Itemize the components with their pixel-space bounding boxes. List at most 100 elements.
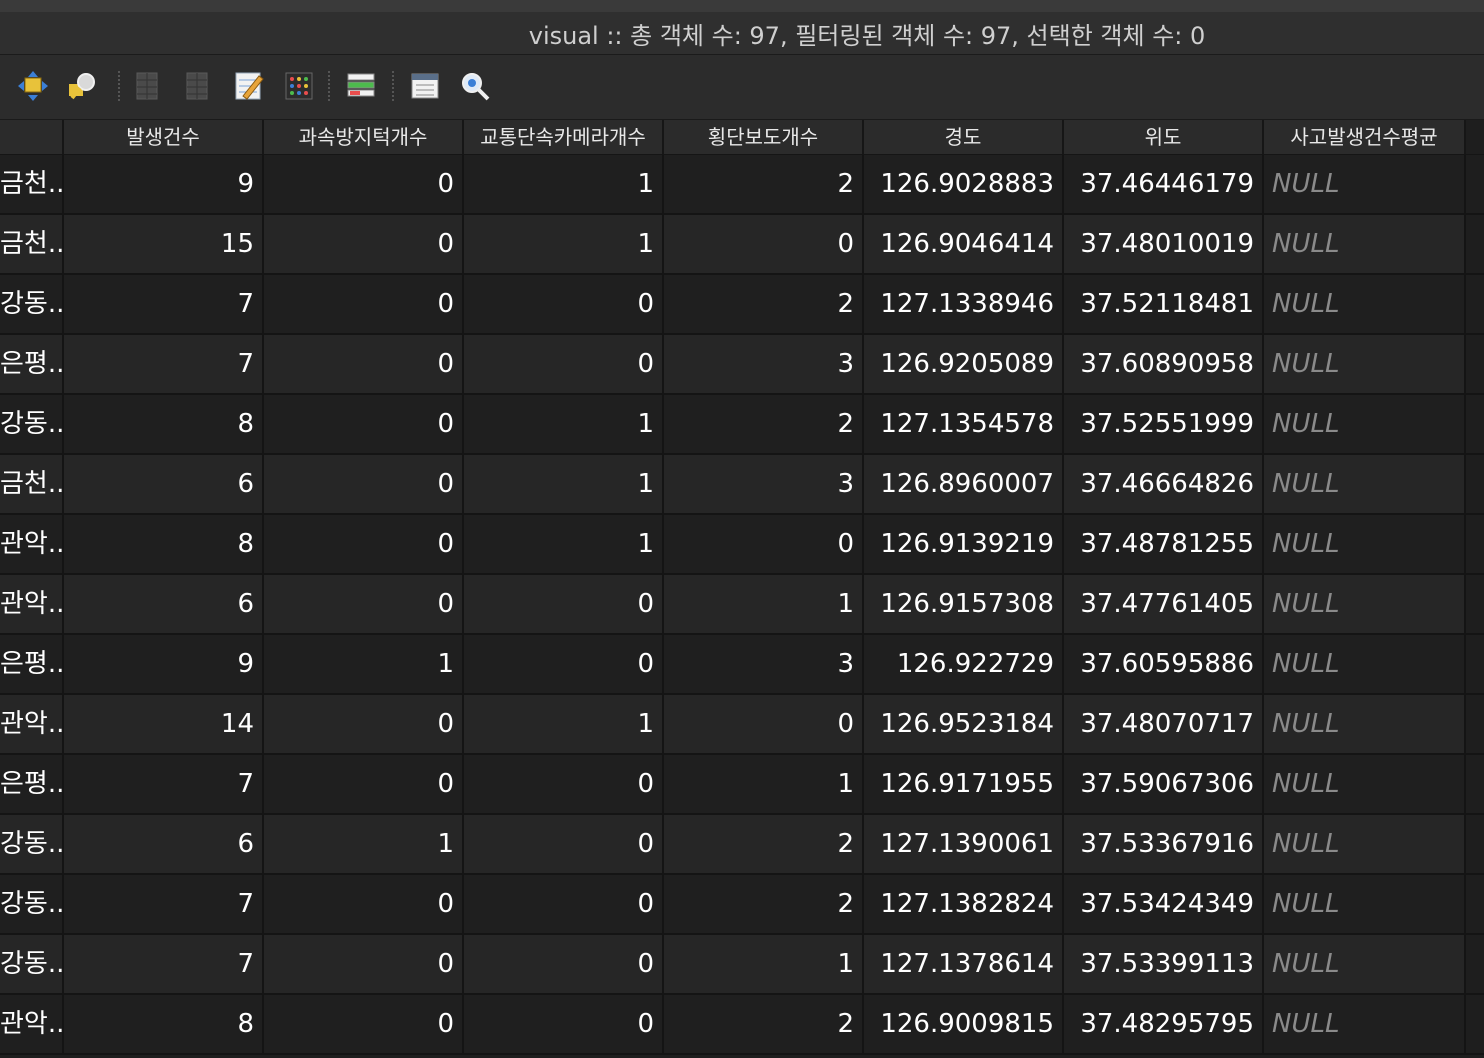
table-cell[interactable]: 0 bbox=[664, 215, 864, 273]
table-cell[interactable]: 127.1390061 bbox=[864, 815, 1064, 873]
table-row[interactable]: 은평...7001126.917195537.59067306NULL bbox=[0, 755, 1484, 815]
table-cell[interactable]: 37.52551999 bbox=[1064, 395, 1264, 453]
form-view-icon[interactable] bbox=[408, 69, 442, 103]
null-cell[interactable]: NULL bbox=[1264, 155, 1466, 213]
edit-table-icon[interactable] bbox=[232, 69, 266, 103]
row-name-cell[interactable]: 은평... bbox=[0, 335, 64, 393]
table-cell[interactable]: 0 bbox=[264, 335, 464, 393]
table-cell[interactable]: 126.8960007 bbox=[864, 455, 1064, 513]
table-cell[interactable]: 0 bbox=[464, 815, 664, 873]
null-cell[interactable]: NULL bbox=[1264, 455, 1466, 513]
null-cell[interactable]: NULL bbox=[1264, 755, 1466, 813]
null-cell[interactable]: NULL bbox=[1264, 575, 1466, 633]
zoom-to-selection-icon[interactable] bbox=[66, 69, 100, 103]
table-cell[interactable]: 127.1354578 bbox=[864, 395, 1064, 453]
table-row[interactable]: 강동...7002127.133894637.52118481NULL bbox=[0, 275, 1484, 335]
table-cell[interactable]: 3 bbox=[664, 335, 864, 393]
table-cell[interactable]: 0 bbox=[464, 995, 664, 1053]
table-cell[interactable]: 37.52118481 bbox=[1064, 275, 1264, 333]
table-row[interactable]: 은평...9103126.92272937.60595886NULL bbox=[0, 635, 1484, 695]
new-column-icon[interactable] bbox=[182, 69, 216, 103]
table-cell[interactable]: 1 bbox=[464, 455, 664, 513]
column-header[interactable]: 경도 bbox=[864, 120, 1064, 154]
row-name-cell[interactable]: 강동... bbox=[0, 935, 64, 993]
table-cell[interactable]: 3 bbox=[664, 635, 864, 693]
null-cell[interactable]: NULL bbox=[1264, 395, 1466, 453]
delete-column-icon[interactable] bbox=[132, 69, 166, 103]
table-cell[interactable]: 0 bbox=[464, 755, 664, 813]
table-cell[interactable]: 1 bbox=[664, 575, 864, 633]
table-cell[interactable]: 37.60890958 bbox=[1064, 335, 1264, 393]
table-cell[interactable]: 37.53424349 bbox=[1064, 875, 1264, 933]
table-cell[interactable]: 127.1378614 bbox=[864, 935, 1064, 993]
null-cell[interactable]: NULL bbox=[1264, 875, 1466, 933]
row-name-cell[interactable]: 강동... bbox=[0, 275, 64, 333]
row-name-cell[interactable]: 강동... bbox=[0, 395, 64, 453]
column-header[interactable]: 사고발생건수평균 bbox=[1264, 120, 1466, 154]
table-cell[interactable]: 37.46664826 bbox=[1064, 455, 1264, 513]
row-name-cell[interactable]: 관악... bbox=[0, 995, 64, 1053]
table-cell[interactable]: 2 bbox=[664, 395, 864, 453]
table-cell[interactable]: 37.59067306 bbox=[1064, 755, 1264, 813]
column-header[interactable]: 발생건수 bbox=[64, 120, 264, 154]
null-cell[interactable]: NULL bbox=[1264, 995, 1466, 1053]
row-name-cell[interactable]: 은평... bbox=[0, 755, 64, 813]
table-cell[interactable]: 6 bbox=[64, 575, 264, 633]
table-row[interactable]: 관악...6001126.915730837.47761405NULL bbox=[0, 575, 1484, 635]
table-cell[interactable]: 2 bbox=[664, 815, 864, 873]
table-cell[interactable]: 0 bbox=[264, 875, 464, 933]
table-row[interactable]: 관악...8002126.900981537.48295795NULL bbox=[0, 995, 1484, 1055]
table-row[interactable]: 금천...15010126.904641437.48010019NULL bbox=[0, 215, 1484, 275]
table-cell[interactable]: 127.1382824 bbox=[864, 875, 1064, 933]
move-selection-icon[interactable] bbox=[16, 69, 50, 103]
table-cell[interactable]: 9 bbox=[64, 635, 264, 693]
null-cell[interactable]: NULL bbox=[1264, 935, 1466, 993]
table-row[interactable]: 강동...8012127.135457837.52551999NULL bbox=[0, 395, 1484, 455]
table-cell[interactable]: 0 bbox=[264, 575, 464, 633]
table-cell[interactable]: 37.48010019 bbox=[1064, 215, 1264, 273]
table-cell[interactable]: 1 bbox=[464, 695, 664, 753]
table-cell[interactable]: 1 bbox=[664, 755, 864, 813]
table-cell[interactable]: 7 bbox=[64, 875, 264, 933]
table-cell[interactable]: 126.9046414 bbox=[864, 215, 1064, 273]
row-name-cell[interactable]: 금천... bbox=[0, 215, 64, 273]
table-cell[interactable]: 0 bbox=[464, 635, 664, 693]
table-cell[interactable]: 37.48070717 bbox=[1064, 695, 1264, 753]
table-cell[interactable]: 0 bbox=[264, 455, 464, 513]
table-row[interactable]: 강동...7001127.137861437.53399113NULL bbox=[0, 935, 1484, 995]
table-cell[interactable]: 37.47761405 bbox=[1064, 575, 1264, 633]
column-header[interactable]: 과속방지턱개수 bbox=[264, 120, 464, 154]
table-cell[interactable]: 0 bbox=[464, 335, 664, 393]
table-cell[interactable]: 0 bbox=[264, 395, 464, 453]
table-cell[interactable]: 2 bbox=[664, 995, 864, 1053]
null-cell[interactable]: NULL bbox=[1264, 275, 1466, 333]
table-cell[interactable]: 8 bbox=[64, 395, 264, 453]
table-cell[interactable]: 8 bbox=[64, 995, 264, 1053]
table-cell[interactable]: 0 bbox=[264, 215, 464, 273]
null-cell[interactable]: NULL bbox=[1264, 515, 1466, 573]
table-cell[interactable]: 7 bbox=[64, 755, 264, 813]
row-name-cell[interactable]: 금천... bbox=[0, 155, 64, 213]
table-cell[interactable]: 1 bbox=[264, 815, 464, 873]
table-cell[interactable]: 1 bbox=[264, 635, 464, 693]
table-cell[interactable]: 0 bbox=[264, 275, 464, 333]
null-cell[interactable]: NULL bbox=[1264, 695, 1466, 753]
table-cell[interactable]: 126.9171955 bbox=[864, 755, 1064, 813]
table-row[interactable]: 금천...6013126.896000737.46664826NULL bbox=[0, 455, 1484, 515]
row-name-cell[interactable]: 강동... bbox=[0, 875, 64, 933]
table-cell[interactable]: 0 bbox=[464, 935, 664, 993]
null-cell[interactable]: NULL bbox=[1264, 215, 1466, 273]
table-cell[interactable]: 0 bbox=[464, 875, 664, 933]
table-cell[interactable]: 0 bbox=[264, 515, 464, 573]
row-name-cell[interactable]: 은평... bbox=[0, 635, 64, 693]
table-cell[interactable]: 37.48781255 bbox=[1064, 515, 1264, 573]
table-cell[interactable]: 37.60595886 bbox=[1064, 635, 1264, 693]
table-cell[interactable]: 0 bbox=[464, 575, 664, 633]
table-cell[interactable]: 6 bbox=[64, 815, 264, 873]
table-cell[interactable]: 126.9139219 bbox=[864, 515, 1064, 573]
table-cell[interactable]: 7 bbox=[64, 935, 264, 993]
table-cell[interactable]: 1 bbox=[464, 215, 664, 273]
null-cell[interactable]: NULL bbox=[1264, 815, 1466, 873]
table-cell[interactable]: 126.9523184 bbox=[864, 695, 1064, 753]
table-cell[interactable]: 1 bbox=[464, 515, 664, 573]
